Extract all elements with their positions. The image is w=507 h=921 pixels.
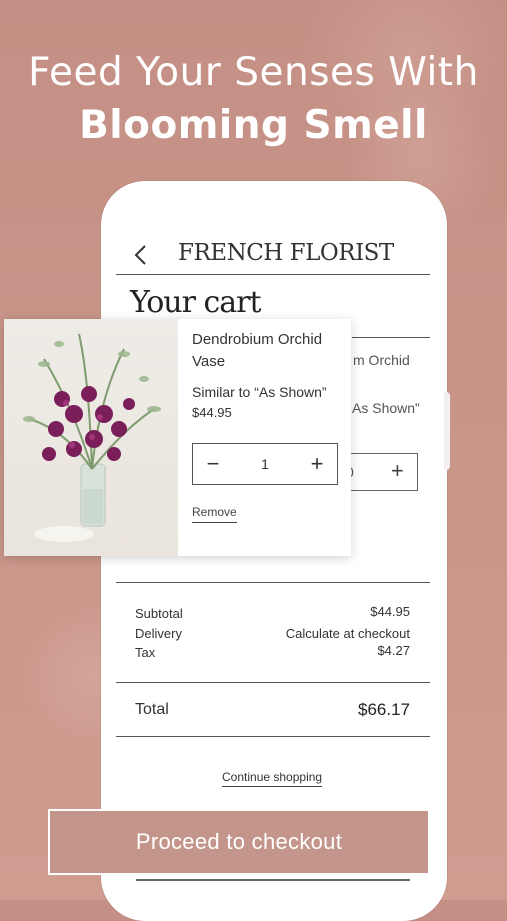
delivery-value: Calculate at checkout bbox=[285, 626, 410, 641]
background-item-variant: As Shown” bbox=[352, 400, 420, 416]
item-name: Dendrobium Orchid Vase bbox=[192, 331, 323, 370]
increase-quantity-button[interactable]: + bbox=[299, 444, 335, 484]
title-divider bbox=[352, 337, 430, 338]
brand-logo: FRENCH FLORIST bbox=[178, 240, 394, 266]
tax-value: $4.27 bbox=[377, 643, 410, 658]
phone-side-button bbox=[444, 392, 450, 470]
headline-line-2: Blooming Smell bbox=[79, 103, 428, 148]
quantity-stepper: − 1 + bbox=[192, 443, 338, 485]
summary-divider-top bbox=[116, 582, 430, 583]
chevron-left-icon bbox=[134, 245, 146, 265]
item-price: $44.95 bbox=[192, 405, 232, 420]
headline-line-1: Feed Your Senses With bbox=[28, 50, 479, 95]
background-plus-icon: + bbox=[391, 458, 404, 483]
back-button[interactable] bbox=[130, 240, 154, 270]
bottom-divider bbox=[136, 879, 410, 881]
summary-divider-bottom bbox=[116, 736, 430, 737]
background-item-name: m Orchid bbox=[353, 352, 410, 368]
orchid-vase-illustration bbox=[23, 333, 161, 542]
tax-label: Tax bbox=[135, 645, 156, 660]
background-item-stepper: 0 + bbox=[340, 453, 418, 491]
quantity-value: 1 bbox=[261, 456, 269, 472]
summary-divider-middle bbox=[116, 682, 430, 683]
delivery-label: Delivery bbox=[135, 626, 182, 641]
decrease-quantity-button[interactable]: − bbox=[195, 444, 231, 484]
subtotal-value: $44.95 bbox=[370, 604, 410, 619]
product-image bbox=[4, 319, 178, 556]
total-label: Total bbox=[135, 701, 169, 718]
proceed-to-checkout-button[interactable]: Proceed to checkout bbox=[48, 809, 430, 875]
header-divider bbox=[116, 274, 430, 275]
total-value: $66.17 bbox=[358, 700, 410, 719]
subtotal-label: Subtotal bbox=[135, 606, 183, 621]
remove-item-link[interactable]: Remove bbox=[192, 505, 237, 523]
page-title: Your cart bbox=[130, 285, 262, 320]
continue-shopping-link[interactable]: Continue shopping bbox=[222, 770, 323, 787]
item-variant: Similar to “As Shown” bbox=[192, 384, 327, 400]
